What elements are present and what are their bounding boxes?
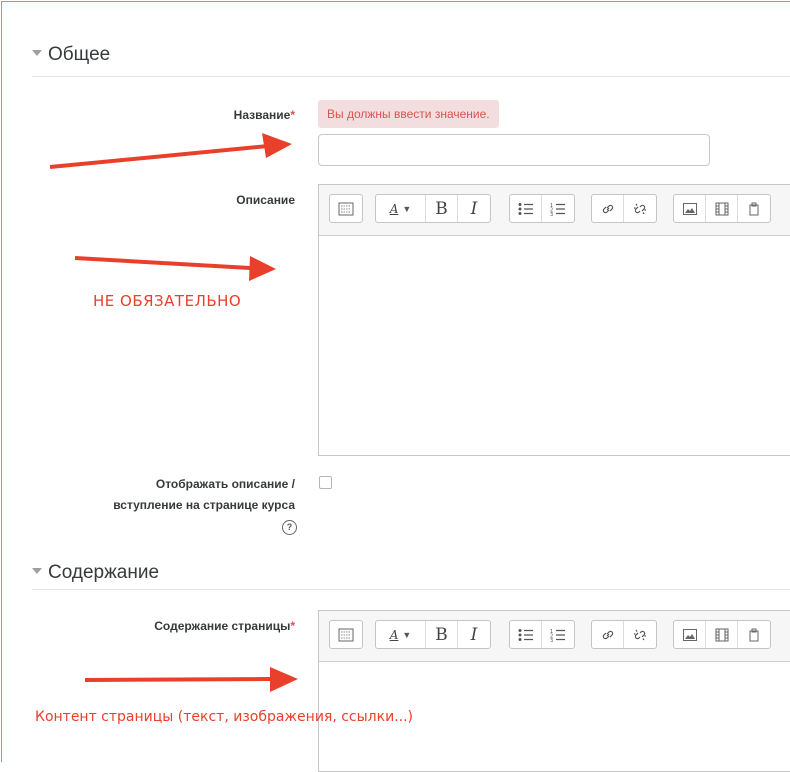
annotation-arrows [49, 133, 298, 692]
arrow-to-description-editor [74, 256, 276, 281]
arrow-to-content-editor [84, 667, 298, 692]
arrow-to-name-input [49, 133, 292, 169]
optional-note: НЕ ОБЯЗАТЕЛЬНО [93, 292, 242, 310]
content-note: Контент страницы (текст, изображения, сс… [35, 709, 413, 725]
